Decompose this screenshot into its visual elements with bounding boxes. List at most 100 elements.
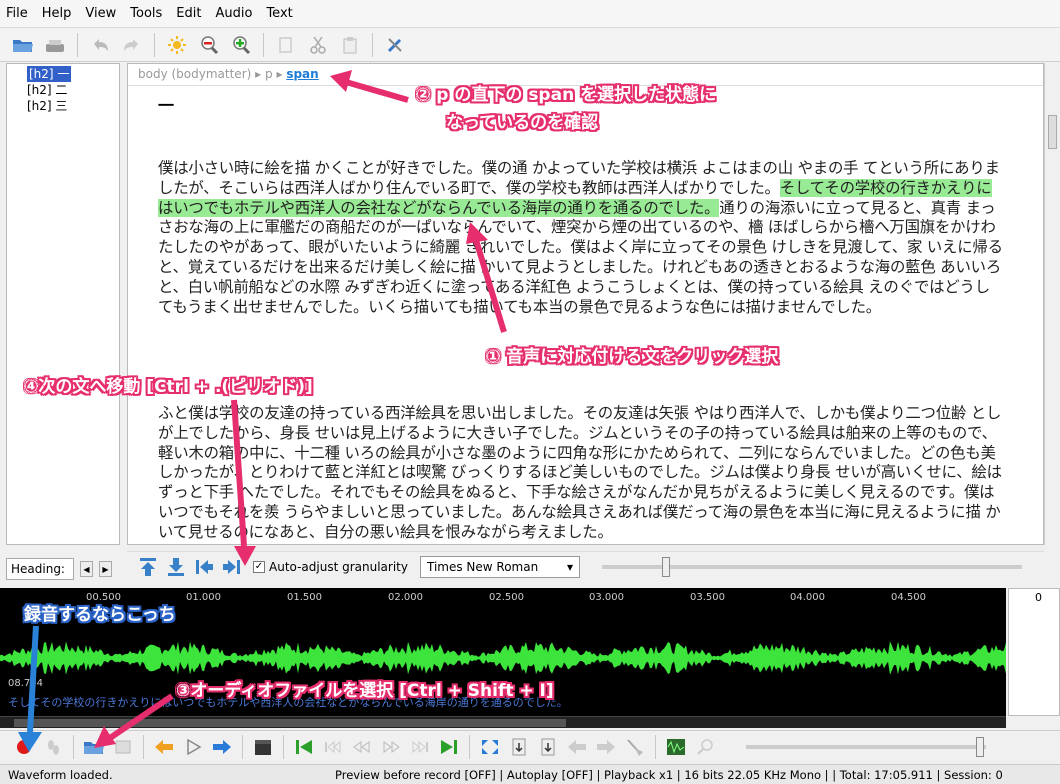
tick-label: 03.500	[690, 592, 725, 603]
section-heading[interactable]: 一	[158, 92, 174, 116]
slider-knob[interactable]	[976, 736, 984, 757]
open-audio-icon[interactable]	[82, 735, 106, 759]
menu-view[interactable]: View	[85, 6, 116, 21]
tick-label: 04.000	[790, 592, 825, 603]
tick-label: 02.500	[489, 592, 524, 603]
sidebar-item-h2-3[interactable]: [h2] 三	[7, 98, 119, 114]
insert-after-icon[interactable]	[536, 735, 560, 759]
save-icon[interactable]	[42, 32, 68, 58]
copy-icon[interactable]	[273, 32, 299, 58]
wave-icon[interactable]	[664, 735, 688, 759]
navigation-toolbar: ✓ Auto-adjust granularity Times New Roma…	[127, 551, 1044, 581]
scroll-thumb[interactable]	[1048, 115, 1057, 149]
chevron-down-icon: ▾	[566, 559, 573, 574]
toolbar-separator	[242, 734, 243, 759]
right-icon[interactable]	[594, 735, 618, 759]
zoom-out-icon[interactable]	[196, 32, 222, 58]
tab-prev-button[interactable]: ◀	[80, 561, 93, 577]
left-icon[interactable]	[565, 735, 589, 759]
back-icon[interactable]	[152, 735, 176, 759]
menu-tools[interactable]: Tools	[130, 6, 162, 21]
previous-sentence-icon[interactable]	[193, 556, 215, 578]
toolbar-separator	[143, 734, 144, 759]
breadcrumb-span[interactable]: span	[286, 67, 318, 81]
tick-label: 02.000	[388, 592, 423, 603]
next-icon[interactable]	[408, 735, 432, 759]
annotation-4: ④次の文へ移動 [Ctrl + .(ピリオド)]	[24, 377, 313, 397]
last-icon[interactable]	[437, 735, 461, 759]
play-icon[interactable]	[181, 735, 205, 759]
menu-edit[interactable]: Edit	[176, 6, 201, 21]
sidebar-item-h2-2[interactable]: [h2] 二	[7, 82, 119, 98]
menu-audio[interactable]: Audio	[215, 6, 252, 21]
checkbox-check[interactable]: ✓	[253, 560, 265, 573]
image-icon[interactable]	[111, 735, 135, 759]
waveform-scrollbar[interactable]	[0, 716, 1006, 728]
tools-icon[interactable]	[382, 32, 408, 58]
tick-label: 01.500	[287, 592, 322, 603]
document-view: body (bodymatter) ▸ p ▸ span 一 僕は小さい時に絵を…	[127, 63, 1044, 545]
font-size-slider[interactable]	[601, 556, 1022, 577]
tick-label: 03.000	[589, 592, 624, 603]
breadcrumb-p[interactable]: p	[265, 67, 273, 81]
paste-icon[interactable]	[337, 32, 363, 58]
prev-icon[interactable]	[321, 735, 345, 759]
annotation-3: ③オーディオファイルを選択 [Ctrl + Shift + I]	[176, 681, 554, 701]
sentence-text[interactable]: ふと僕は学校の友達の持っている西洋絵具を思い出しました。その友達は矢張 やはり西…	[158, 404, 1002, 541]
toolbar-separator	[469, 734, 470, 759]
search-icon[interactable]	[693, 735, 717, 759]
first-icon[interactable]	[292, 735, 316, 759]
expand-icon[interactable]	[478, 735, 502, 759]
main-toolbar	[0, 29, 1060, 62]
playback-slider[interactable]	[746, 736, 986, 757]
auto-adjust-label: Auto-adjust granularity	[269, 559, 408, 574]
toolbar-separator	[154, 33, 155, 57]
toolbar-separator	[73, 734, 74, 759]
sun-icon[interactable]	[164, 32, 190, 58]
broom-icon[interactable]	[623, 735, 647, 759]
tab-next-button[interactable]: ▶	[99, 561, 112, 577]
cut-icon[interactable]	[305, 32, 331, 58]
open-folder-icon[interactable]	[10, 32, 36, 58]
slider-knob[interactable]	[661, 556, 670, 577]
font-select-value: Times New Roman	[426, 559, 539, 574]
auto-adjust-checkbox[interactable]: ✓ Auto-adjust granularity	[253, 560, 408, 574]
tab-headings[interactable]: Heading:	[6, 558, 74, 580]
tick-label: 04.500	[891, 592, 926, 603]
breadcrumb-body[interactable]: body (bodymatter)	[138, 67, 251, 81]
font-select[interactable]: Times New Roman ▾	[419, 555, 580, 578]
undo-icon[interactable]	[87, 32, 113, 58]
breadcrumb-separator: ▸	[255, 67, 262, 81]
next-sentence-icon[interactable]	[221, 556, 243, 578]
status-details: Preview before record [OFF] | Autoplay […	[335, 767, 1003, 782]
document-scrollbar[interactable]	[1044, 63, 1060, 545]
record-icon[interactable]	[12, 735, 36, 759]
menu-help[interactable]: Help	[42, 6, 72, 21]
redo-icon[interactable]	[119, 32, 145, 58]
sidebar-item-h2-1[interactable]: [h2] 一	[27, 66, 71, 82]
tick-label: 01.000	[186, 592, 221, 603]
toolbar-separator	[283, 734, 284, 759]
toolbar-separator	[77, 33, 78, 57]
panel-tabs: Heading: ◀ ▶	[6, 556, 120, 582]
waveform-timestamp: 08.744	[8, 678, 43, 689]
menu-text[interactable]: Text	[266, 6, 292, 21]
move-up-icon[interactable]	[137, 556, 159, 578]
footstep-icon[interactable]	[41, 735, 65, 759]
zoom-in-icon[interactable]	[228, 32, 254, 58]
forward-icon[interactable]	[210, 735, 234, 759]
menu-file[interactable]: File	[6, 6, 28, 21]
insert-icon[interactable]	[507, 735, 531, 759]
rewind-icon[interactable]	[350, 735, 374, 759]
waveform-scroll-thumb[interactable]	[14, 719, 566, 727]
toolbar-separator	[655, 734, 656, 759]
move-down-icon[interactable]	[165, 556, 187, 578]
annotation-2-line1: ② p の直下の span を選択した状態に	[416, 85, 717, 105]
paragraph-1[interactable]: 僕は小さい時に絵を描 かくことが好きでした。僕の通 かよっていた学校は横浜 よこ…	[158, 159, 1004, 317]
breadcrumb-separator: ▸	[276, 67, 283, 81]
clapper-icon[interactable]	[251, 735, 275, 759]
annotation-1: ① 音声に対応付ける文をクリック選択	[486, 347, 779, 367]
fastforward-icon[interactable]	[379, 735, 403, 759]
level-value: 0	[1035, 591, 1042, 604]
paragraph-2[interactable]: ふと僕は学校の友達の持っている西洋絵具を思い出しました。その友達は矢張 やはり西…	[158, 404, 1004, 543]
